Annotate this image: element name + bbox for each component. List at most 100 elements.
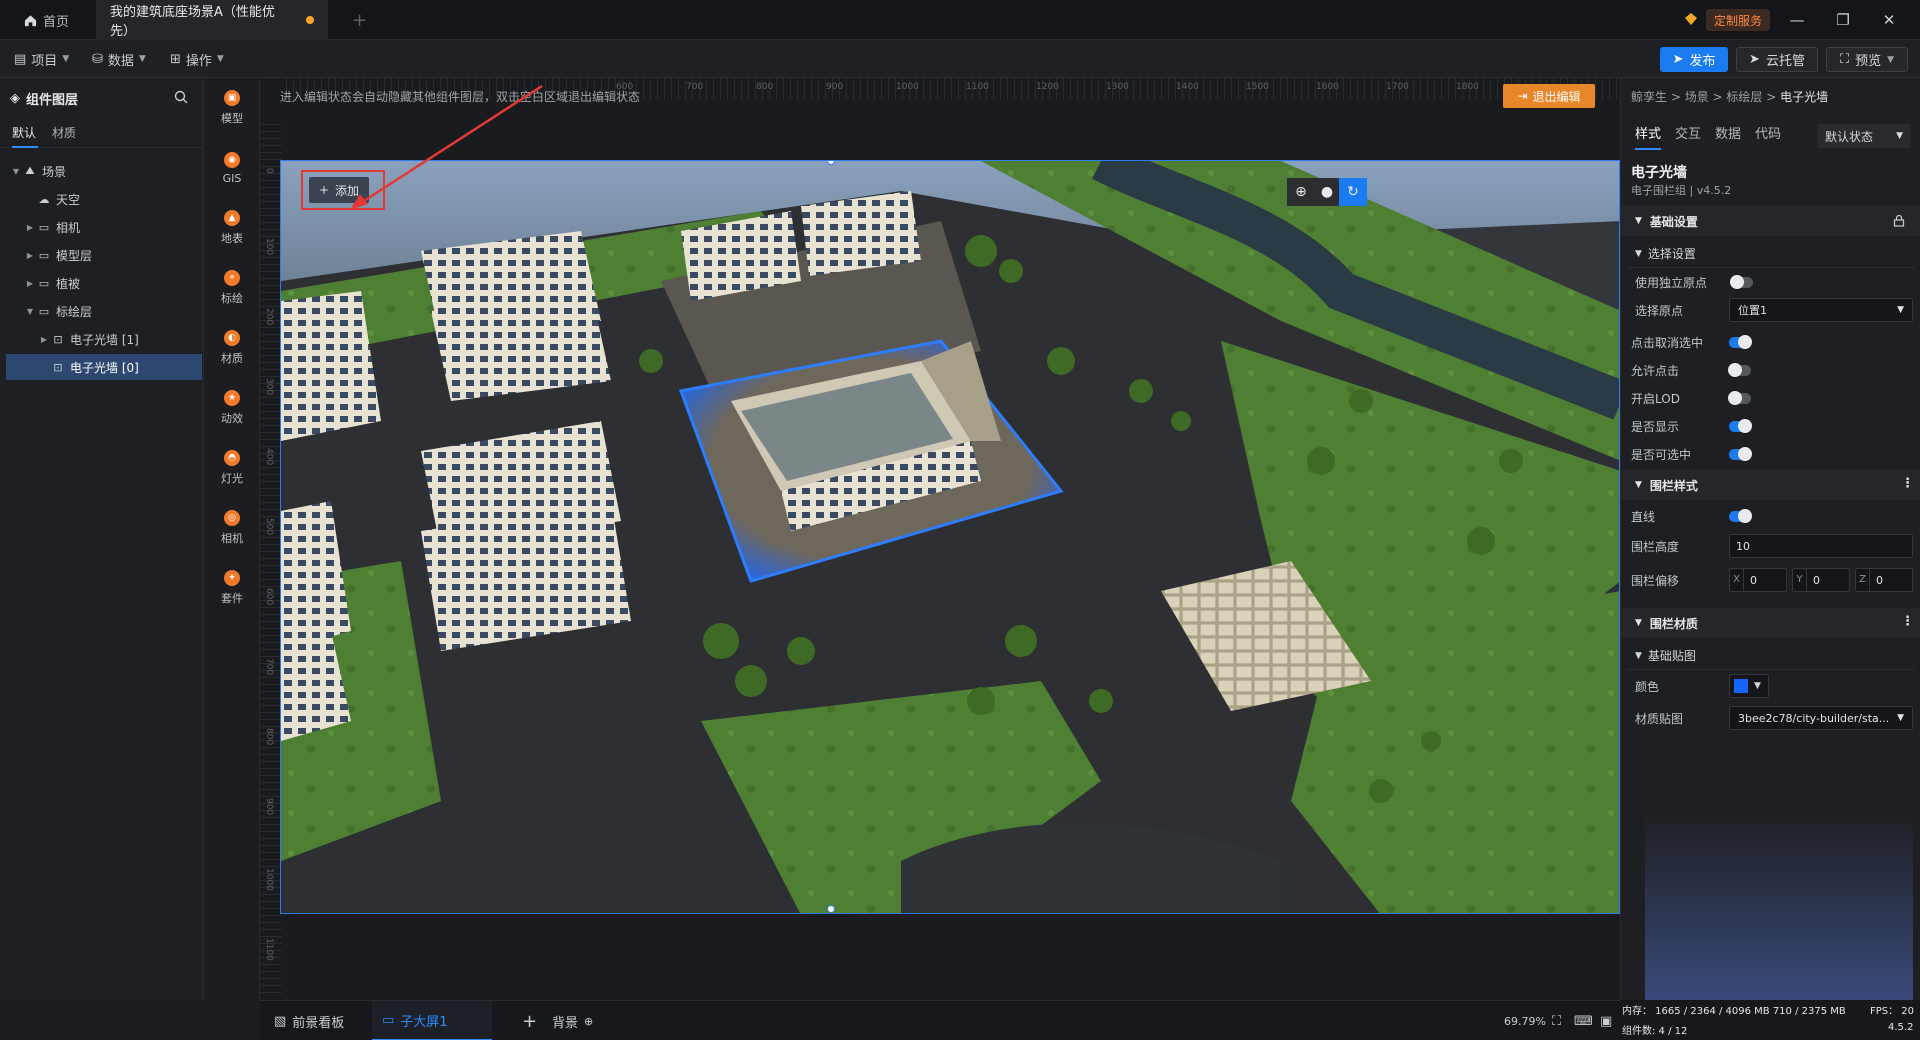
tab-default[interactable]: 默认 xyxy=(12,118,38,148)
data-menu[interactable]: ⛁ 数据 ▼ xyxy=(92,40,146,78)
editor-canvas[interactable]: 进入编辑状态会自动隐藏其他组件图层，双击空白区域退出编辑状态 ⇥ 退出编辑 + … xyxy=(260,78,1620,1000)
tree-item-label: 标绘层 xyxy=(56,304,93,319)
tab-style[interactable]: 样式 xyxy=(1635,120,1662,150)
preview-button[interactable]: ⛶ 预览 ▼ xyxy=(1826,47,1908,72)
tab-data[interactable]: 数据 xyxy=(1715,120,1741,150)
use-origin-toggle[interactable] xyxy=(1730,274,1753,289)
tab-background[interactable]: 背景 ⊕ xyxy=(552,1001,593,1040)
lod-toggle[interactable] xyxy=(1728,390,1751,405)
tree-item[interactable]: ▶ ▭ 模型层 xyxy=(6,242,202,268)
selectable-toggle[interactable] xyxy=(1729,446,1752,461)
section-fence-material[interactable]: ▼ 围栏材质 ⋮ xyxy=(1621,608,1920,638)
resize-handle-bottom[interactable] xyxy=(827,905,835,913)
tab-interaction[interactable]: 交互 xyxy=(1675,120,1701,150)
tree-item[interactable]: ▼ ⛰ 场景 xyxy=(6,158,202,184)
tree-item[interactable]: ⊡ 电子光墙 [0] xyxy=(6,354,202,380)
color-picker[interactable]: ▼ xyxy=(1729,674,1769,698)
globe-view-button[interactable]: ⊕ xyxy=(1287,178,1315,206)
caret-right-icon[interactable]: ▶ xyxy=(24,251,36,260)
send-icon: ➤ xyxy=(1749,52,1760,67)
exit-edit-button[interactable]: ⇥ 退出编辑 xyxy=(1503,84,1595,108)
select-origin-label: 选择原点 xyxy=(1635,303,1684,318)
breadcrumb-item[interactable]: 标绘层 xyxy=(1726,90,1762,104)
rotate-view-button[interactable]: ↻ xyxy=(1339,178,1367,206)
rail-item[interactable]: ◓ 灯光 xyxy=(204,438,260,498)
straight-toggle[interactable] xyxy=(1729,508,1752,523)
caret-down-icon[interactable]: ▼ xyxy=(24,307,36,316)
click-deselect-toggle[interactable] xyxy=(1729,334,1752,349)
search-icon[interactable] xyxy=(174,90,188,108)
rail-item-label: 标绘 xyxy=(221,292,243,305)
sphere-view-button[interactable]: ● xyxy=(1313,178,1341,206)
new-tab-button[interactable]: + xyxy=(338,0,381,40)
more-icon[interactable]: ⋮ xyxy=(1901,476,1914,491)
tab-code[interactable]: 代码 xyxy=(1755,120,1781,150)
rail-item[interactable]: ▣ 模型 xyxy=(204,78,260,138)
rail-item[interactable]: ✦ 套件 xyxy=(204,558,260,618)
publish-button[interactable]: ➤ 发布 xyxy=(1660,47,1728,72)
state-select[interactable]: 默认状态 ▼ xyxy=(1817,124,1911,148)
allow-click-label: 允许点击 xyxy=(1631,363,1680,378)
section-fence-style[interactable]: ▼ 围栏样式 ⋮ xyxy=(1621,470,1920,500)
tree-item[interactable]: ▶ ▭ 相机 xyxy=(6,214,202,240)
fence-height-input[interactable]: 10 xyxy=(1729,534,1913,558)
visible-toggle[interactable] xyxy=(1729,418,1752,433)
rail-item[interactable]: ◉ GIS xyxy=(204,138,260,198)
keyboard-button[interactable]: ⌨ xyxy=(1574,1001,1593,1040)
caret-down-icon[interactable]: ▼ xyxy=(10,167,22,176)
offset-y-input[interactable]: Y0 xyxy=(1792,568,1850,592)
caret-right-icon[interactable]: ▶ xyxy=(24,223,36,232)
document-tab[interactable]: 我的建筑底座场景A（性能优先） xyxy=(96,0,328,40)
caret-down-icon: ▼ xyxy=(1635,216,1642,226)
document-icon: ▤ xyxy=(14,51,27,67)
rail-item[interactable]: ▲ 地表 xyxy=(204,198,260,258)
texture-label: 材质贴图 xyxy=(1635,711,1684,726)
caret-right-icon[interactable]: ▶ xyxy=(38,335,50,344)
allow-click-toggle[interactable] xyxy=(1728,362,1751,377)
breadcrumb-item[interactable]: 场景 xyxy=(1685,90,1709,104)
rail-item[interactable]: ◎ 相机 xyxy=(204,498,260,558)
tab-foreground[interactable]: ▧ 前景看板 xyxy=(264,1001,354,1040)
offset-y-value: 0 xyxy=(1813,573,1820,587)
zoom-level[interactable]: 69.79% xyxy=(1504,1001,1546,1040)
rail-item[interactable]: ⌖ 标绘 xyxy=(204,258,260,318)
minimize-button[interactable]: — xyxy=(1774,0,1820,40)
operate-menu[interactable]: ⊞ 操作 ▼ xyxy=(170,40,224,78)
terminal-button[interactable]: ▣ xyxy=(1600,1001,1612,1040)
lock-icon[interactable] xyxy=(1893,214,1905,230)
scene-viewport[interactable]: + 添加 ⊕ ● ↻ xyxy=(280,160,1620,914)
ruler-tick-label: 1700 xyxy=(1386,82,1409,92)
breadcrumb-item[interactable]: 鲸孪生 xyxy=(1631,90,1667,104)
add-screen-button[interactable]: + xyxy=(522,1001,537,1040)
custom-service-button[interactable]: 定制服务 xyxy=(1706,9,1771,31)
caret-right-icon[interactable]: ▶ xyxy=(24,279,36,288)
model-icon: ▣ xyxy=(224,90,240,106)
project-menu[interactable]: ▤ 项目 ▼ xyxy=(14,40,69,78)
ruler-tick-label: 1600 xyxy=(1316,82,1339,92)
section-basic-settings[interactable]: ▼ 基础设置 xyxy=(1621,206,1920,236)
offset-z-input[interactable]: Z0 xyxy=(1855,568,1913,592)
home-tab[interactable]: 首页 xyxy=(10,0,83,40)
subsection-basic-map[interactable]: ▼ 基础贴图 xyxy=(1627,642,1915,670)
rail-item[interactable]: ◐ 材质 xyxy=(204,318,260,378)
chevron-down-icon: ▼ xyxy=(216,54,224,64)
tree-item[interactable]: ☁ 天空 xyxy=(6,186,202,212)
tree-item[interactable]: ▼ ▭ 标绘层 xyxy=(6,298,202,324)
offset-x-input[interactable]: X0 xyxy=(1729,568,1787,592)
row-allow-click: 允许点击 xyxy=(1621,356,1920,384)
tree-item[interactable]: ▶ ▭ 植被 xyxy=(6,270,202,296)
select-origin-dropdown[interactable]: 位置1 ▼ xyxy=(1729,298,1913,322)
subsection-select-settings[interactable]: ▼ 选择设置 xyxy=(1627,240,1915,268)
texture-select[interactable]: 3bee2c78/city-builder/sta... ▼ xyxy=(1729,706,1913,730)
tab-material[interactable]: 材质 xyxy=(52,118,76,148)
restore-button[interactable]: ❐ xyxy=(1820,0,1866,40)
tab-screen[interactable]: ▭ 子大屏1 xyxy=(372,1001,492,1040)
fit-screen-button[interactable]: ⛶ xyxy=(1552,1001,1561,1040)
rail-item[interactable]: ★ 动效 xyxy=(204,378,260,438)
close-button[interactable]: ✕ xyxy=(1866,0,1912,40)
selectable-label: 是否可选中 xyxy=(1631,447,1692,462)
more-icon[interactable]: ⋮ xyxy=(1901,614,1914,629)
ruler-tick-label: 1100 xyxy=(966,82,989,92)
cloud-host-button[interactable]: ➤ 云托管 xyxy=(1736,47,1818,72)
tree-item[interactable]: ▶ ⊡ 电子光墙 [1] xyxy=(6,326,202,352)
